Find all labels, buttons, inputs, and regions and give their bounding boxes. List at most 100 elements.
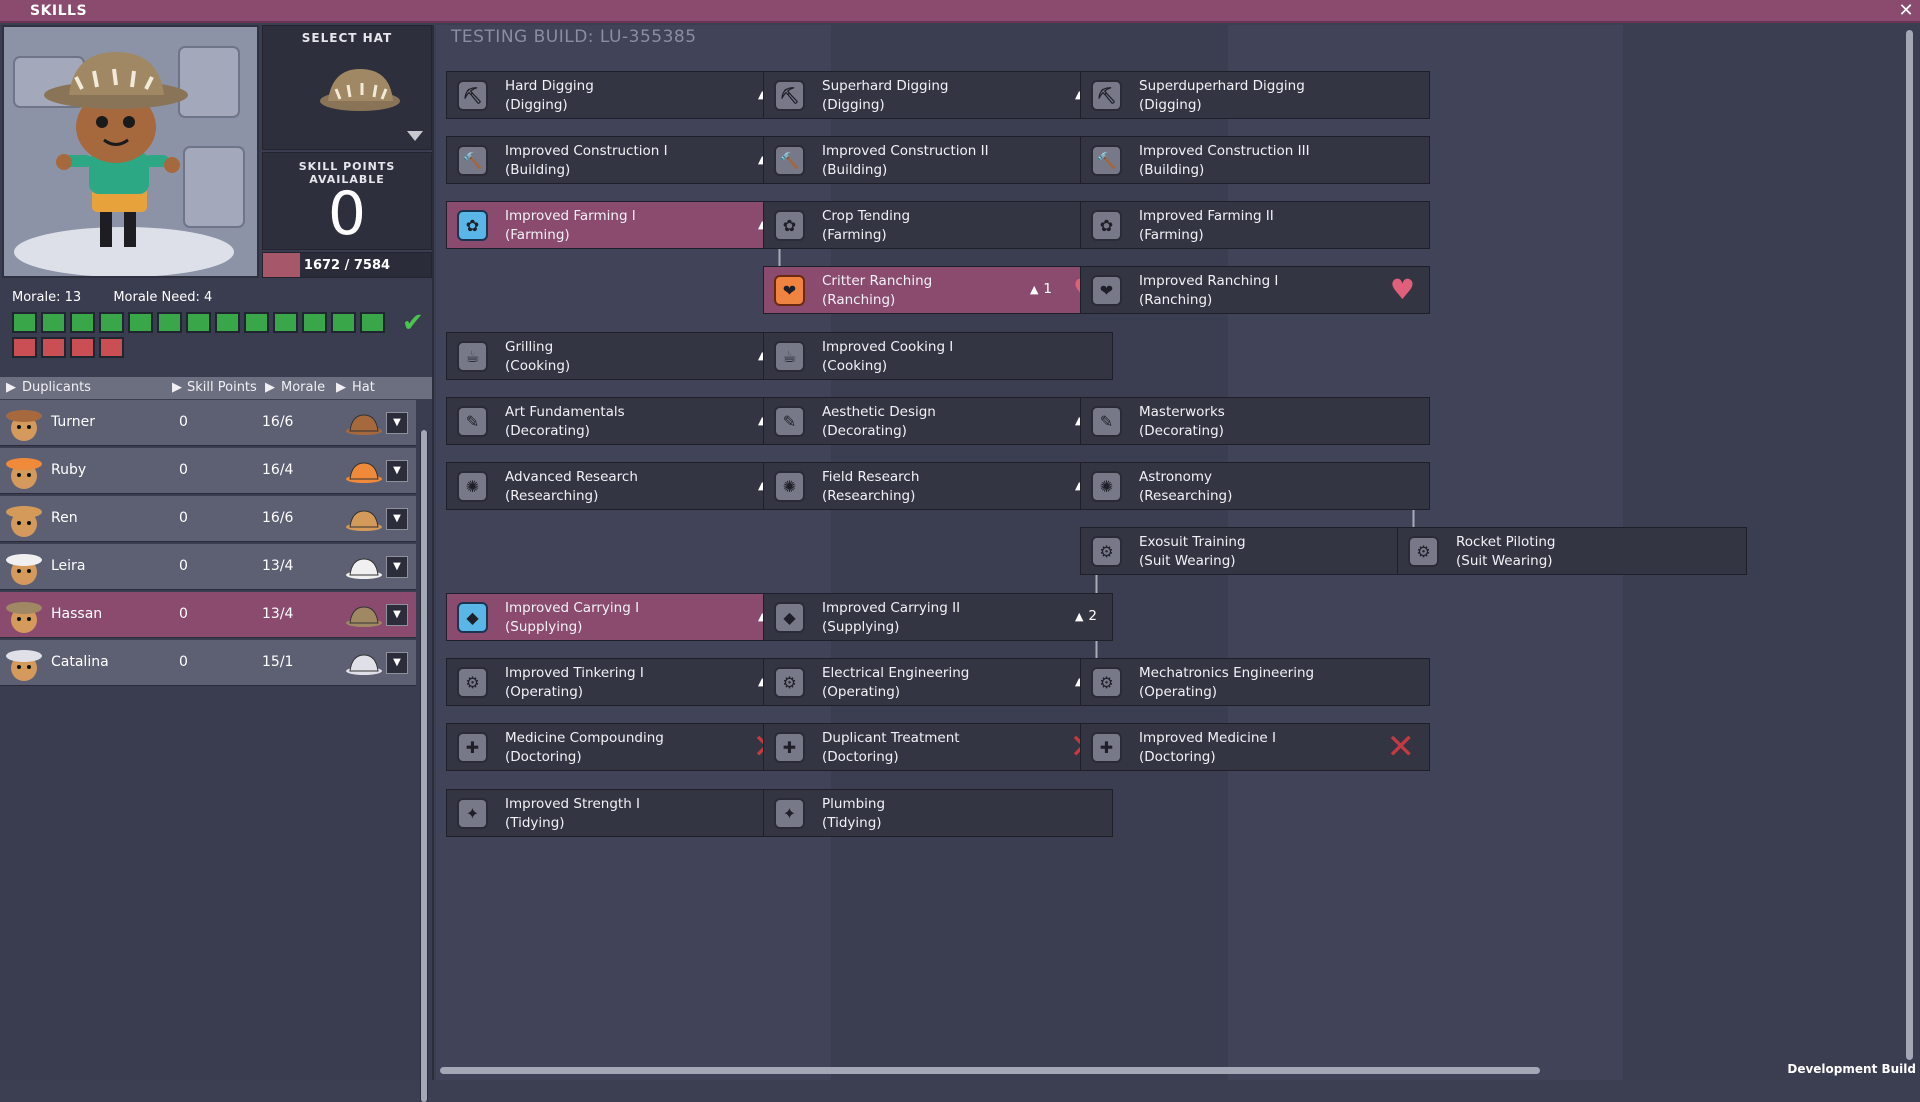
skill-card[interactable]: ⚙Exosuit Training(Suit Wearing): [1080, 527, 1430, 575]
skill-group: (Building): [1139, 162, 1204, 178]
carry-icon: ◆: [457, 602, 488, 633]
skill-group: (Decorating): [505, 423, 590, 439]
skill-tree: TESTING BUILD: LU-355385 ⛏Hard Digging(D…: [436, 25, 1920, 1080]
morale-block: [302, 312, 327, 333]
skill-card[interactable]: ⛏Superhard Digging(Digging)▲1: [763, 71, 1113, 119]
skill-name: Superhard Digging: [822, 78, 948, 94]
skill-card[interactable]: ✺Field Research(Researching)▲1: [763, 462, 1113, 510]
skill-card[interactable]: ☕Improved Cooking I(Cooking): [763, 332, 1113, 380]
header-morale[interactable]: Morale: [281, 380, 325, 395]
header-skill-points[interactable]: Skill Points: [187, 380, 257, 395]
duplicant-name: Turner: [51, 414, 95, 430]
duplicant-row[interactable]: Turner016/6▼: [0, 400, 416, 446]
morale-value: 13: [65, 290, 82, 305]
skill-card[interactable]: 🔨Improved Construction I(Building)▲1: [446, 136, 796, 184]
skill-card[interactable]: ☕Grilling(Cooking)▲1: [446, 332, 796, 380]
skill-card[interactable]: ✿Improved Farming II(Farming): [1080, 201, 1430, 249]
hat-dropdown-button[interactable]: ▼: [386, 556, 408, 578]
skill-name: Improved Farming I: [505, 208, 636, 224]
skill-name: Medicine Compounding: [505, 730, 664, 746]
skill-card[interactable]: 🔨Improved Construction III(Building): [1080, 136, 1430, 184]
duplicant-name: Leira: [51, 558, 85, 574]
scrollbar-thumb[interactable]: [440, 1067, 1540, 1074]
skill-card[interactable]: ❤Critter Ranching(Ranching)▲1♥: [763, 266, 1113, 314]
experience-text: 1672 / 7584: [263, 258, 431, 273]
hat-dropdown-button[interactable]: ▼: [386, 508, 408, 530]
duplicant-row[interactable]: Catalina015/1▼: [0, 640, 416, 686]
skill-name: Improved Carrying II: [822, 600, 960, 616]
scrollbar-thumb[interactable]: [421, 430, 427, 1102]
hat-dropdown-button[interactable]: ▼: [386, 652, 408, 674]
skill-group: (Decorating): [1139, 423, 1224, 439]
skill-card[interactable]: ✎Aesthetic Design(Decorating)▲1: [763, 397, 1113, 445]
duplicant-morale: 15/1: [262, 654, 293, 670]
duplicant-row[interactable]: Ren016/6▼: [0, 496, 416, 542]
skill-card[interactable]: ✎Art Fundamentals(Decorating)▲1: [446, 397, 796, 445]
skill-card[interactable]: ✦Improved Strength I(Tidying): [446, 789, 796, 837]
skill-tree-vertical-scrollbar[interactable]: [1906, 30, 1913, 1060]
gear-icon: ⚙: [457, 667, 488, 698]
duplicant-row[interactable]: Leira013/4▼: [0, 544, 416, 590]
chevron-down-icon[interactable]: [407, 131, 423, 141]
skill-card[interactable]: ✺Advanced Research(Researching)▲1: [446, 462, 796, 510]
hat-dropdown-button[interactable]: ▼: [386, 604, 408, 626]
sort-arrow-icon[interactable]: ▶: [265, 380, 275, 395]
skill-name: Improved Strength I: [505, 796, 640, 812]
duplicant-avatar: [4, 644, 44, 682]
skill-card[interactable]: ⚙Mechatronics Engineering(Operating): [1080, 658, 1430, 706]
skill-card[interactable]: ◆Improved Carrying I(Supplying)▲3: [446, 593, 796, 641]
skill-tree-horizontal-scrollbar[interactable]: [440, 1067, 1540, 1074]
development-build-label: Development Build: [1787, 1062, 1916, 1076]
skill-card[interactable]: ✚Duplicant Treatment(Doctoring)✕: [763, 723, 1113, 771]
duplicant-row[interactable]: Hassan013/4▼: [0, 592, 416, 638]
skill-card[interactable]: ✿Crop Tending(Farming): [763, 201, 1113, 249]
skill-card[interactable]: ⛏Superduperhard Digging(Digging): [1080, 71, 1430, 119]
morale-need-label: Morale Need:: [113, 290, 200, 305]
skill-name: Aesthetic Design: [822, 404, 936, 420]
skill-group: (Cooking): [505, 358, 570, 374]
skill-card[interactable]: ⚙Improved Tinkering I(Operating)▲2: [446, 658, 796, 706]
duplicant-morale: 16/4: [262, 462, 293, 478]
hat-dropdown-button[interactable]: ▼: [386, 460, 408, 482]
duplicant-row[interactable]: Ruby016/4▼: [0, 448, 416, 494]
morale-need-value: 4: [204, 290, 212, 305]
close-icon[interactable]: ✕: [1896, 1, 1916, 21]
skill-card[interactable]: ✎Masterworks(Decorating): [1080, 397, 1430, 445]
skill-card[interactable]: ⚙Rocket Piloting(Suit Wearing): [1397, 527, 1747, 575]
skill-card[interactable]: ✺Astronomy(Researching): [1080, 462, 1430, 510]
duplicant-morale: 16/6: [262, 510, 293, 526]
skill-card[interactable]: 🔨Improved Construction II(Building): [763, 136, 1113, 184]
skill-card[interactable]: ✿Improved Farming I(Farming)▲1: [446, 201, 796, 249]
skill-name: Improved Ranching I: [1139, 273, 1278, 289]
morale-block: [128, 312, 153, 333]
farm-icon: ✿: [774, 210, 805, 241]
duplicant-hat-icon: [344, 601, 384, 629]
skill-group: (Suit Wearing): [1139, 553, 1236, 569]
skill-card[interactable]: ⛏Hard Digging(Digging)▲1: [446, 71, 796, 119]
skill-card[interactable]: ❤Improved Ranching I(Ranching)♥: [1080, 266, 1430, 314]
morale-need-block: [12, 337, 37, 358]
duplicant-avatar: [4, 500, 44, 538]
duplicant-list-scrollbar[interactable]: [420, 430, 428, 1102]
header-hat[interactable]: Hat: [352, 380, 375, 395]
morale-blocks: [12, 312, 422, 362]
duplicant-morale: 13/4: [262, 558, 293, 574]
scrollbar-thumb[interactable]: [1906, 30, 1913, 1060]
portrait-illustration: [4, 27, 257, 276]
skill-name: Improved Construction III: [1139, 143, 1310, 159]
skill-card[interactable]: ◆Improved Carrying II(Supplying)▲2: [763, 593, 1113, 641]
hat-dropdown-button[interactable]: ▼: [386, 412, 408, 434]
sort-arrow-icon[interactable]: ▶: [172, 380, 182, 395]
header-duplicants[interactable]: Duplicants: [22, 380, 91, 395]
skill-card[interactable]: ✦Plumbing(Tidying): [763, 789, 1113, 837]
skill-name: Field Research: [822, 469, 919, 485]
medicine-icon: ✚: [774, 732, 805, 763]
skill-card[interactable]: ✚Improved Medicine I(Doctoring)✕: [1080, 723, 1430, 771]
skill-card[interactable]: ⚙Electrical Engineering(Operating)▲1: [763, 658, 1113, 706]
skill-card[interactable]: ✚Medicine Compounding(Doctoring)✕: [446, 723, 796, 771]
hat-selector[interactable]: SELECT HAT: [262, 25, 432, 150]
heart-icon: ♥: [1390, 275, 1415, 305]
skill-name: Crop Tending: [822, 208, 910, 224]
sort-arrow-icon[interactable]: ▶: [6, 380, 16, 395]
sort-arrow-icon[interactable]: ▶: [336, 380, 346, 395]
